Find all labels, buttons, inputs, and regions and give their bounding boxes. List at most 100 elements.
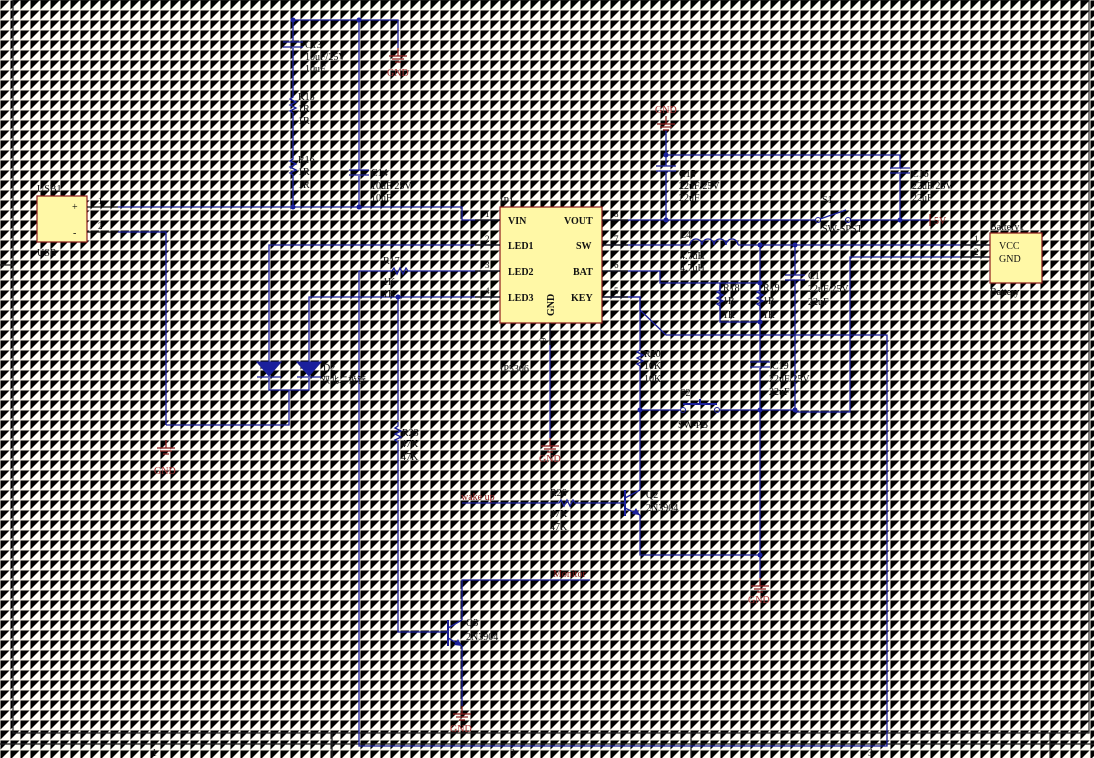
c14-value: 10uF/25V (371, 181, 412, 192)
svg-text:GND: GND (748, 595, 770, 606)
c15-value2: 22uF (679, 193, 700, 204)
r17-ref: R17 (383, 256, 400, 267)
l4-ref: L4 (680, 230, 691, 241)
ip1-pin-name-vin: VIN (508, 216, 527, 227)
l4-value2: 4.7uH (680, 263, 705, 274)
r20-value2: 10K (644, 374, 662, 385)
zone-label-3: 3 (868, 748, 873, 758)
c16-ref: C16 (912, 169, 929, 180)
c17-value: 22uF/25V (808, 284, 849, 295)
battery1-pin1: 1 (974, 234, 979, 244)
ip1-pin-name-led3: LED3 (508, 293, 534, 304)
c14-value2: 10uF (371, 193, 392, 204)
c15-ref: C15 (679, 169, 696, 180)
r16-value: 1R (298, 167, 310, 178)
r19-value2: 1R (763, 310, 775, 321)
r20-ref: R20 (644, 349, 661, 360)
zone-label-2: 2 (510, 748, 515, 758)
l4-value: 4.7uH (680, 251, 705, 262)
net-label-wakeup: wake up (461, 492, 495, 503)
r15-value2: 1R (298, 116, 310, 127)
s1-label: SW-SPST (822, 224, 863, 235)
s1-ref: S1 (822, 195, 833, 206)
c13-value2: 10uF (305, 64, 326, 75)
d2-ref: D2 (323, 363, 335, 374)
usb1-pin2: 2 (98, 221, 103, 231)
usb1-pin1: 1 (98, 196, 103, 206)
ip1-pin-num-7: 7 (614, 234, 619, 244)
r15-value: 1R (298, 104, 310, 115)
q3-part: 2N3904 (466, 632, 498, 643)
r17-value2: 1K (383, 289, 396, 300)
usb1-plus: + (72, 202, 78, 213)
r20-value: 10K (644, 361, 662, 372)
net-label-monitor: Monitor (553, 569, 586, 580)
schematic-sheet: 1 2 3 USB1 USB + - 1 2 C13 10uF/25V 10uF… (0, 0, 1094, 758)
svg-text:GND: GND (154, 466, 176, 477)
usb1-minus: - (73, 228, 76, 239)
r23-value: 47K (401, 439, 419, 450)
c13-ref: C13 (305, 40, 322, 51)
c15-value: 22uF/25V (679, 181, 720, 192)
ip1-pin-name-sw: SW (576, 241, 592, 252)
battery1-ref: Battery1 (990, 222, 1024, 233)
r18-value: 1R (723, 296, 735, 307)
usb1-ref: USB1 (37, 184, 61, 195)
c16-value2: 22uF (912, 193, 933, 204)
svg-text:GND: GND (539, 454, 561, 465)
ip1-part: IP5306 (500, 364, 529, 375)
q2-ref: Q2 (646, 490, 658, 501)
ip1-pin-num-8: 8 (614, 209, 619, 219)
svg-text:GND: GND (387, 68, 409, 79)
c17-value2: 22uF (808, 297, 829, 308)
svg-text:GND: GND (450, 724, 472, 735)
ip1-pin-name-gnd: GND (546, 294, 557, 316)
r18-ref: R18 (723, 283, 740, 294)
c19-value2: 22uF (769, 387, 790, 398)
r18-value2: 1R (723, 310, 735, 321)
r23-value2: 47K (401, 452, 419, 463)
ip1-pin-num-5: 5 (614, 286, 619, 296)
zone-label-1: 1 (152, 748, 157, 758)
ip1-pin-num-1: 1 (485, 209, 490, 219)
battery1-label: Battery (990, 287, 1019, 298)
q3-ref: Q3 (466, 618, 478, 629)
r26-ref: R26 (550, 488, 567, 499)
c17-ref: C17 (808, 271, 825, 282)
svg-text:GND: GND (655, 105, 677, 116)
r23-ref: R23 (402, 428, 419, 439)
d2-label: 双北二极管 (321, 374, 366, 385)
ip1-pin-name-bat: BAT (573, 267, 593, 278)
r26-value2: 47K (550, 522, 568, 533)
r15-ref: R15 (298, 92, 315, 103)
ip1-pin-num-4: 4 (485, 286, 490, 296)
r26-value: 47K (550, 509, 568, 520)
c16-value: 22uF/25V (912, 181, 953, 192)
ip1-pin-name-vout: VOUT (564, 216, 593, 227)
battery1-gnd: GND (999, 254, 1021, 265)
ip1-pin-name-led1: LED1 (508, 241, 534, 252)
q2-part: 2N3904 (646, 503, 678, 514)
r19-value: 1R (763, 296, 775, 307)
r16-value2: 1R (298, 180, 310, 191)
r17-value: 1K (383, 277, 396, 288)
ip1-pin-name-led2: LED2 (508, 267, 534, 278)
ip1-pin-num-6: 6 (614, 260, 619, 270)
ip1-pin-num-9: 9 (538, 337, 548, 342)
c14-ref: C14 (371, 168, 388, 179)
svg-text:5V: 5V (934, 216, 947, 227)
s2-ref: S2 (680, 388, 691, 399)
s2-label: SW-PB (678, 420, 708, 431)
c19-value: 22uF/25V (769, 374, 810, 385)
grid-background (0, 0, 1094, 758)
ip1-pin-name-key: KEY (571, 293, 593, 304)
c19-ref: C19 (772, 361, 789, 372)
usb1-label: USB (37, 248, 57, 259)
ip1-ref: IP1 (500, 196, 514, 207)
r16-ref: R16 (298, 155, 315, 166)
c13-value: 10uF/25V (305, 52, 346, 63)
ip1-pin-num-3: 3 (485, 260, 490, 270)
ip1-pin-num-2: 2 (485, 234, 490, 244)
battery1-vcc: VCC (999, 241, 1020, 252)
r19-ref: R19 (763, 283, 780, 294)
